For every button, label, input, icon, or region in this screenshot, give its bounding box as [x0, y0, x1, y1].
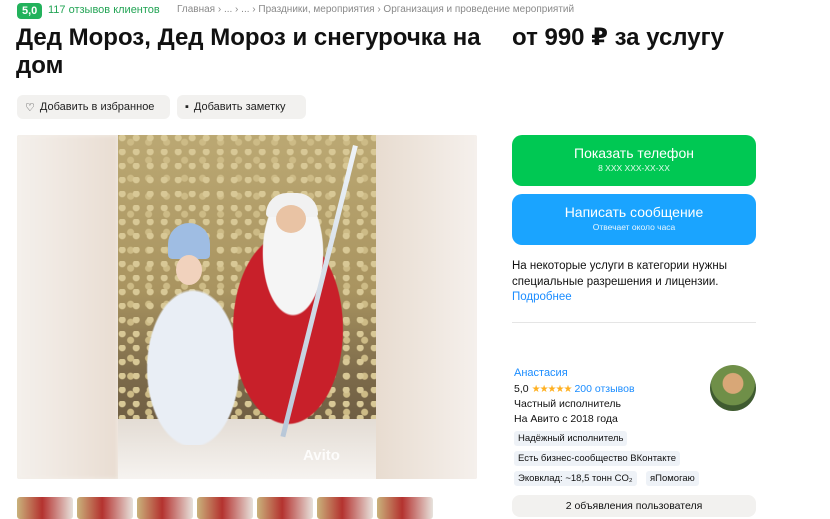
listing-photo[interactable]: Avito	[118, 135, 376, 479]
seller-tag: Есть бизнес-сообщество ВКонтакте	[514, 451, 681, 466]
seller-tag: Надёжный исполнитель	[514, 431, 628, 446]
photo-thumbnail[interactable]	[77, 497, 133, 519]
seller-reviews-link[interactable]: 200 отзывов	[574, 383, 634, 395]
seller-name-link[interactable]: Анастасия	[514, 367, 568, 379]
reviews-link[interactable]: 117 отзывов клиентов	[48, 4, 160, 16]
add-to-favorites-label: Добавить в избранное	[39, 101, 155, 113]
note-icon: ▪	[185, 101, 189, 113]
show-phone-button[interactable]: Показать телефон 8 XXX XXX-XX-XX	[512, 135, 756, 186]
seller-tag: яПомогаю	[646, 471, 699, 486]
seller-since: На Авито с 2018 года	[514, 413, 618, 425]
listing-price: от 990 ₽ за услугу	[512, 24, 724, 51]
snow-maiden-face	[176, 255, 202, 285]
rating-stars-icon: ★★★★★	[531, 383, 573, 395]
write-message-label: Написать сообщение	[564, 204, 704, 220]
photo-thumbnail[interactable]	[257, 497, 313, 519]
rating-badge: 5,0	[17, 3, 43, 19]
add-note-label: Добавить заметку	[193, 101, 286, 113]
divider	[512, 322, 756, 323]
license-notice: На некоторые услуги в категории нужны сп…	[512, 260, 727, 288]
photo-blur-right	[376, 135, 477, 479]
photo-thumbnail[interactable]	[317, 497, 373, 519]
seller-rating-value: 5,0	[514, 383, 529, 395]
seller-type: Частный исполнитель	[514, 398, 622, 410]
add-to-favorites-button[interactable]: ♡ Добавить в избранное	[17, 95, 170, 119]
photo-blur-left	[17, 135, 118, 479]
listing-photo-gallery[interactable]: Avito	[17, 135, 477, 479]
avito-watermark: Avito	[303, 447, 340, 464]
listing-title: Дед Мороз, Дед Мороз и снегурочка на дом	[16, 24, 481, 79]
response-time: Отвечает около часа	[592, 222, 676, 232]
photo-thumbnail[interactable]	[197, 497, 253, 519]
photo-thumbnail[interactable]	[17, 497, 73, 519]
seller-ads-button[interactable]: 2 объявления пользователя	[512, 495, 756, 517]
phone-mask: 8 XXX XXX-XX-XX	[598, 163, 670, 173]
show-phone-label: Показать телефон	[574, 145, 694, 161]
kokoshnik-shape	[168, 223, 210, 259]
breadcrumb[interactable]: Главная › ... › ... › Праздники, меропри…	[177, 4, 574, 15]
photo-thumbnail[interactable]	[377, 497, 433, 519]
add-note-button[interactable]: ▪ Добавить заметку	[177, 95, 306, 119]
more-info-link[interactable]: Подробнее	[512, 291, 572, 303]
photo-thumbnail[interactable]	[137, 497, 193, 519]
seller-tag: Эковклад: ~18,5 тонн CO₂	[514, 471, 637, 486]
photo-thumbnails	[17, 497, 433, 519]
write-message-button[interactable]: Написать сообщение Отвечает около часа	[512, 194, 756, 245]
avatar[interactable]	[710, 365, 756, 411]
seller-rating: 5,0 ★★★★★ 200 отзывов	[514, 383, 635, 395]
santa-face	[276, 205, 306, 233]
heart-icon: ♡	[25, 101, 35, 114]
